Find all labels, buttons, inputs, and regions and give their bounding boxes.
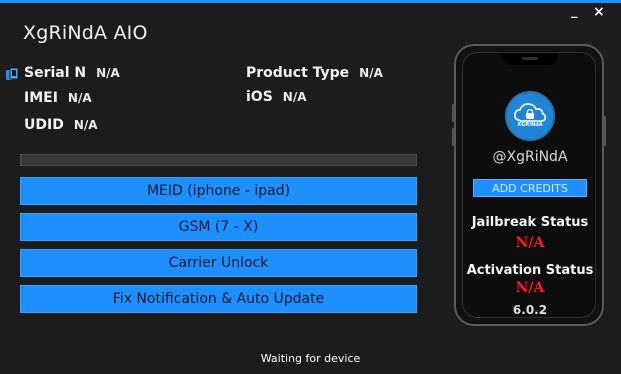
fix-notification-button[interactable]: Fix Notification & Auto Update [20, 285, 417, 313]
phone-volume-up [452, 104, 455, 122]
window-accent-bar [0, 0, 621, 3]
udid-label: UDID [24, 117, 64, 133]
meid-button[interactable]: MEID (iphone - ipad) [20, 177, 417, 205]
progress-bar [20, 154, 417, 166]
udid-info: UDID N/A [24, 117, 98, 133]
activation-status-value: N/A [515, 280, 545, 296]
minimize-button[interactable]: _ [571, 5, 578, 18]
imei-value: N/A [67, 91, 92, 105]
main-window: _ × XgRiNdA AIO Serial N N/A Product Type… [0, 0, 621, 374]
phone-power-button [603, 116, 606, 146]
add-credits-button[interactable]: ADD CREDITS [473, 179, 587, 197]
imei-info: IMEI N/A [24, 90, 92, 106]
gsm-button[interactable]: GSM (7 - X) [20, 213, 417, 241]
ios-label: iOS [246, 89, 273, 105]
activation-status-title: Activation Status [466, 263, 594, 278]
cloud-lock-logo: XGRiNdA [505, 91, 555, 141]
udid-value: N/A [73, 118, 98, 132]
product-type-label: Product Type [246, 65, 350, 81]
status-text: Waiting for device [260, 352, 361, 365]
serial-info: Serial N N/A [24, 65, 120, 81]
phone-panel: XGRiNdA @XgRiNdA ADD CREDITS Jailbreak S… [452, 44, 606, 326]
device-icon [6, 67, 19, 80]
product-type-info: Product Type N/A [246, 65, 383, 81]
close-button[interactable]: × [593, 5, 605, 19]
phone-notch [502, 53, 558, 65]
phone-volume-down [452, 128, 455, 146]
cloud-lock-icon [514, 103, 547, 122]
version-label: 6.0.2 [512, 303, 548, 317]
phone-screen: XGRiNdA @XgRiNdA ADD CREDITS Jailbreak S… [462, 52, 596, 318]
logo-text: XGRiNdA [517, 122, 543, 128]
jailbreak-status-value: N/A [515, 235, 545, 251]
imei-label: IMEI [24, 90, 58, 106]
app-title: XgRiNdA AIO [23, 22, 148, 44]
ios-value: N/A [282, 90, 307, 104]
phone-handle: @XgRiNdA [492, 149, 568, 165]
carrier-unlock-button[interactable]: Carrier Unlock [20, 249, 417, 277]
serial-value: N/A [96, 66, 120, 80]
serial-label: Serial N [24, 65, 87, 81]
jailbreak-status-title: Jailbreak Status [471, 215, 589, 230]
product-type-value: N/A [359, 66, 383, 80]
ios-info: iOS N/A [246, 89, 307, 105]
